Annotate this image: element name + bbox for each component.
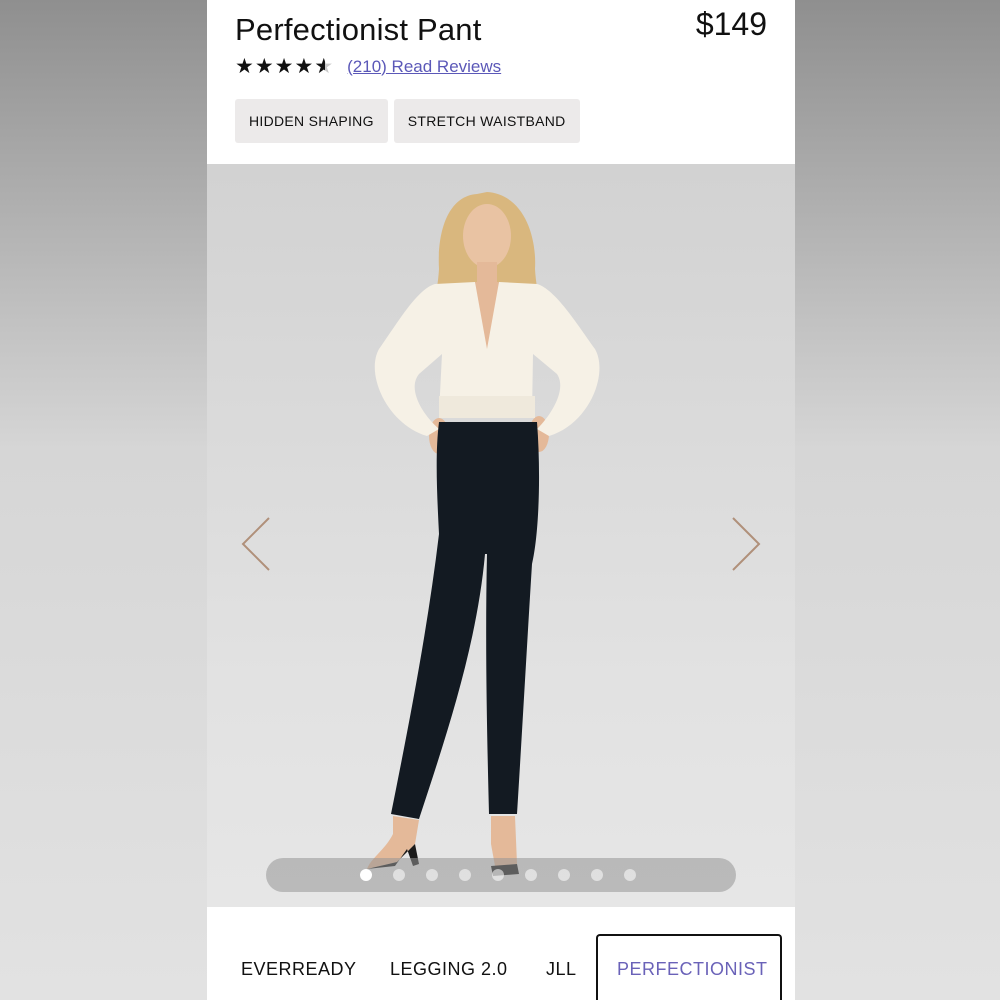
star-icon: ★ [274, 55, 294, 78]
tab-jll[interactable]: JLL [546, 959, 577, 980]
feature-chip-stretch-waistband[interactable]: STRETCH WAISTBAND [393, 99, 580, 143]
star-icon: ★ [294, 55, 314, 78]
background-left [0, 0, 207, 1000]
product-page: Perfectionist Pant $149 ★ ★ ★ ★ ★ ★ (210… [207, 0, 795, 1000]
pagination-dot[interactable] [525, 869, 537, 881]
pagination-dot[interactable] [492, 869, 504, 881]
pagination-dot[interactable] [624, 869, 636, 881]
tab-everready[interactable]: EVERREADY [241, 959, 357, 980]
star-rating: ★ ★ ★ ★ ★ ★ [235, 56, 333, 77]
product-image-carousel[interactable] [207, 164, 795, 907]
product-title: Perfectionist Pant [235, 12, 482, 47]
carousel-pagination [266, 858, 736, 892]
rating-row: ★ ★ ★ ★ ★ ★ (210) Read Reviews [235, 56, 501, 77]
star-icon: ★ [235, 55, 254, 78]
feature-chips: HIDDEN SHAPING STRETCH WAISTBAND [235, 99, 580, 143]
product-header: Perfectionist Pant $149 ★ ★ ★ ★ ★ ★ (210… [207, 0, 795, 164]
half-star-icon: ★ ★ [314, 55, 334, 78]
product-price: $149 [695, 6, 767, 42]
style-tabs: EVERREADY LEGGING 2.0 JLL PERFECTIONIST [207, 907, 795, 1000]
previous-image-arrow-icon[interactable] [237, 514, 277, 574]
pagination-dot[interactable] [360, 869, 372, 881]
star-icon: ★ [254, 55, 274, 78]
read-reviews-link[interactable]: (210) Read Reviews [347, 57, 501, 77]
pagination-dot[interactable] [426, 869, 438, 881]
pagination-dot[interactable] [393, 869, 405, 881]
product-photo [367, 192, 600, 876]
tab-legging-2-0[interactable]: LEGGING 2.0 [390, 959, 508, 980]
feature-chip-hidden-shaping[interactable]: HIDDEN SHAPING [235, 99, 388, 143]
next-image-arrow-icon[interactable] [725, 514, 765, 574]
background-right [795, 0, 1000, 1000]
pagination-dot[interactable] [558, 869, 570, 881]
tab-perfectionist[interactable]: PERFECTIONIST [617, 959, 768, 980]
pagination-dot[interactable] [459, 869, 471, 881]
pagination-dot[interactable] [591, 869, 603, 881]
